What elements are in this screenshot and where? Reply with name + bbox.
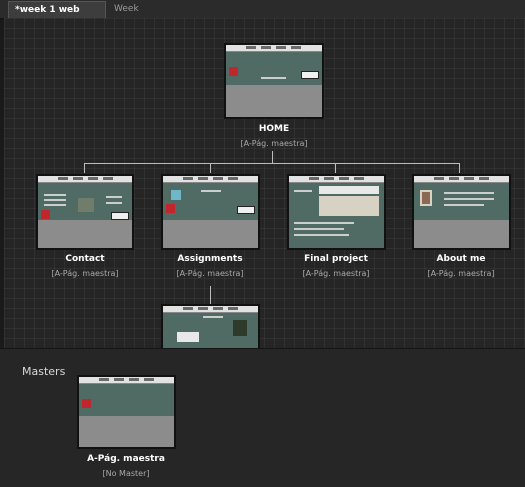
thumbnail-text-line: [444, 198, 494, 200]
thumbnail-red-block: [41, 210, 50, 219]
page-thumbnail-assignments[interactable]: [161, 174, 260, 250]
thumbnail-red-block: [166, 204, 175, 213]
thumbnail-logo: [237, 206, 255, 214]
thumbnail-nav-bar: [163, 306, 258, 313]
connector-line: [210, 163, 211, 173]
thumbnail-text-line: [106, 202, 122, 204]
thumbnail-nav-bar: [163, 176, 258, 183]
master-thumbnail-a-pag-maestra[interactable]: [77, 375, 176, 449]
thumbnail-content: [79, 384, 174, 417]
page-title-final-project: Final project: [304, 254, 368, 264]
tab-week-1[interactable]: Week 1×: [108, 1, 160, 31]
page-title-about-me: About me: [436, 254, 486, 264]
thumbnail-image: [78, 198, 94, 212]
thumbnail-text-line: [294, 228, 344, 230]
master-title: A-Pág. maestra: [87, 454, 165, 464]
page-title-home: HOME: [258, 124, 290, 134]
thumbnail-image-grid: [319, 196, 379, 216]
thumbnail-logo: [111, 212, 129, 220]
thumbnail-text-line: [44, 204, 66, 206]
connector-line: [84, 163, 85, 173]
page-title-contact: Contact: [65, 254, 105, 264]
page-thumbnail-home[interactable]: [224, 43, 324, 119]
connector-line: [459, 163, 460, 173]
thumbnail-text-line: [203, 316, 223, 318]
thumbnail-text-line: [261, 77, 286, 79]
page-master-label: [A-Pág. maestra]: [176, 269, 244, 278]
thumbnail-text-line: [444, 192, 494, 194]
page-thumbnail-final-project[interactable]: [287, 174, 386, 250]
masters-section-label: Masters: [22, 365, 66, 378]
thumbnail-red-block: [229, 67, 238, 76]
thumbnail-nav-bar: [289, 176, 384, 183]
page-thumbnail-contact[interactable]: [36, 174, 134, 250]
page-title-assignments: Assignments: [177, 254, 243, 264]
thumbnail-header-block: [319, 186, 379, 194]
thumbnail-image: [171, 190, 181, 200]
tab-week-1-web-page[interactable]: *week 1 web page×: [8, 1, 106, 32]
document-tab-bar: *week 1 web page× Week 1×: [0, 0, 525, 32]
connector-line: [210, 286, 211, 304]
thumbnail-text-line: [294, 234, 349, 236]
thumbnail-content: [226, 52, 322, 86]
thumbnail-text-line: [294, 222, 354, 224]
thumbnail-text-line: [444, 204, 484, 206]
connector-line: [272, 151, 273, 163]
thumbnail-text-line: [294, 190, 312, 192]
thumbnail-logo: [301, 71, 319, 79]
page-master-label: [A-Pág. maestra]: [51, 269, 119, 278]
thumbnail-text-line: [106, 196, 122, 198]
thumbnail-text-line: [44, 199, 66, 201]
thumbnail-nav-bar: [226, 45, 322, 52]
thumbnail-portrait: [422, 192, 430, 204]
thumbnail-nav-bar: [79, 377, 174, 384]
connector-line: [84, 163, 459, 164]
masters-panel: Masters A-Pág. maestra [No Master]: [0, 348, 525, 487]
page-master-label: [A-Pág. maestra]: [240, 139, 308, 148]
thumbnail-content: [163, 183, 258, 221]
thumbnail-red-block: [82, 399, 91, 408]
thumbnail-text-line: [44, 194, 66, 196]
connector-line: [335, 163, 336, 173]
thumbnail-nav-bar: [38, 176, 132, 183]
thumbnail-text-box: [177, 332, 199, 342]
page-thumbnail-about-me[interactable]: [412, 174, 511, 250]
thumbnail-text-line: [201, 190, 221, 192]
page-master-label: [A-Pág. maestra]: [427, 269, 495, 278]
page-thumbnail-assignments-child[interactable]: [161, 304, 260, 348]
thumbnail-nav-bar: [414, 176, 509, 183]
thumbnail-image: [233, 320, 247, 336]
master-parent-label: [No Master]: [102, 469, 150, 478]
site-map-canvas[interactable]: HOME [A-Pág. maestra] Contact [A-Pág. ma…: [4, 18, 525, 348]
page-master-label: [A-Pág. maestra]: [302, 269, 370, 278]
